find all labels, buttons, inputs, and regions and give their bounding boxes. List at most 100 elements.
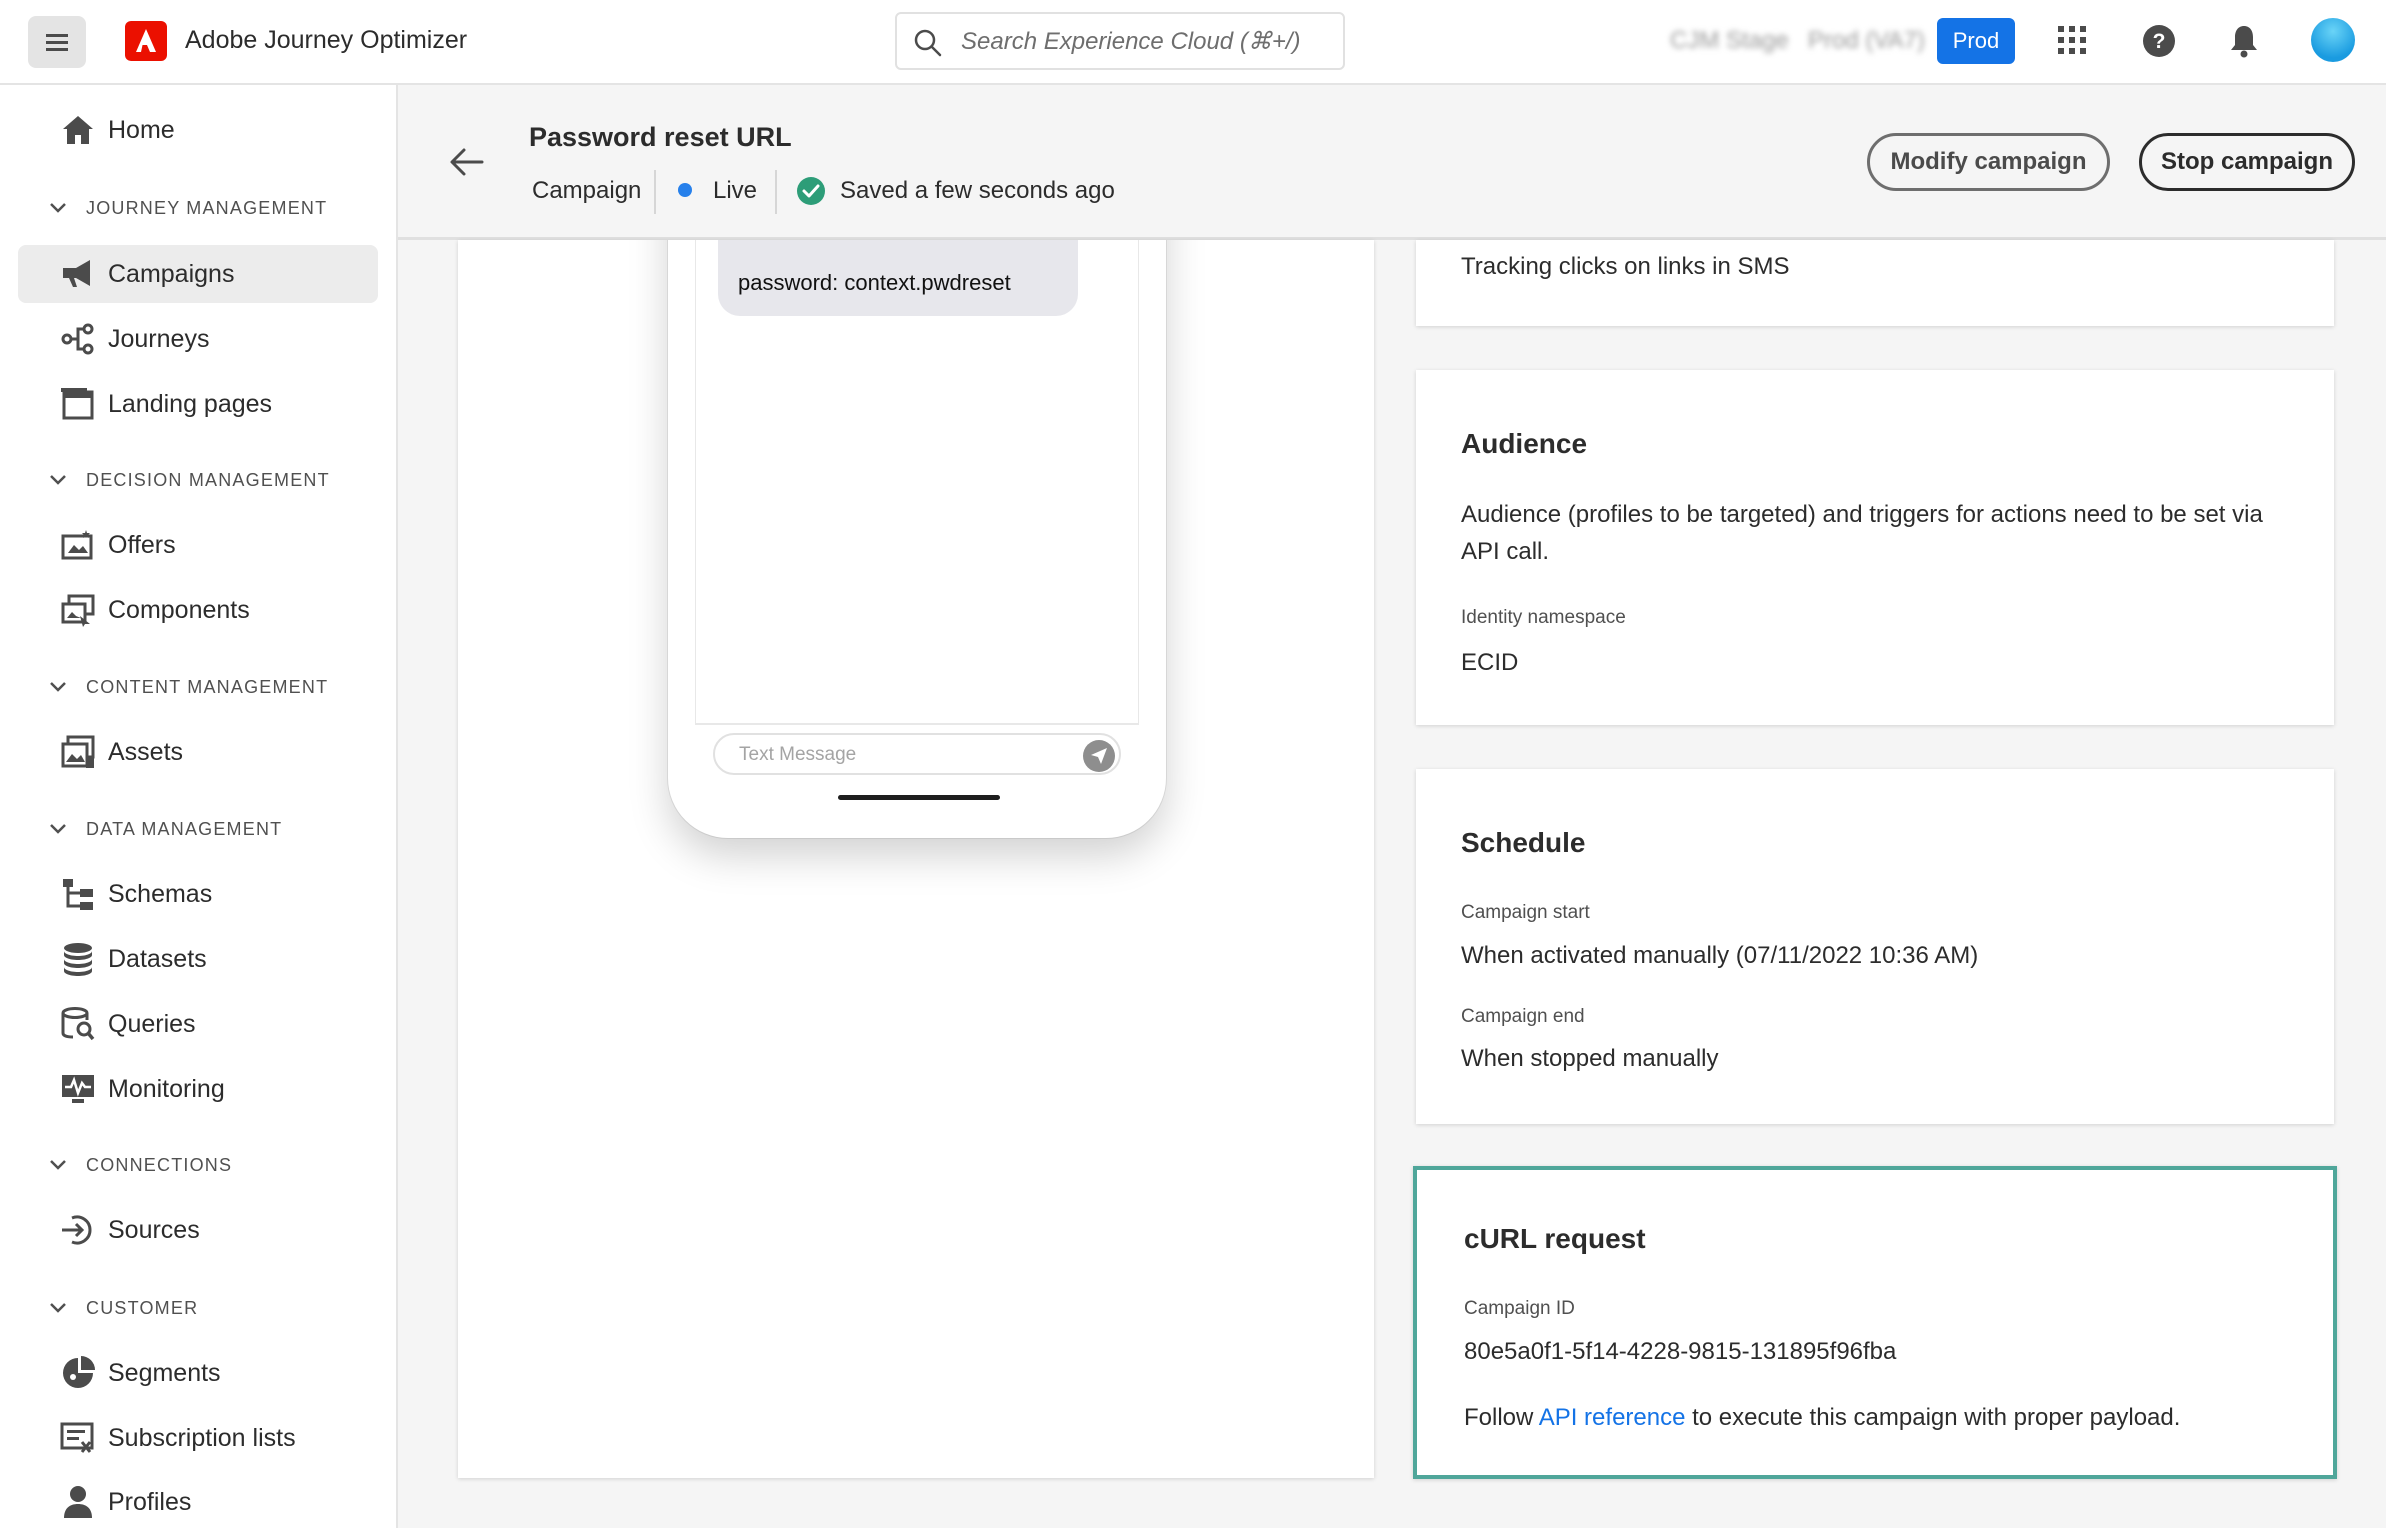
search-box[interactable] bbox=[895, 12, 1345, 70]
sandbox-switcher[interactable]: Prod (VA7) bbox=[1808, 27, 1925, 55]
app-title: Adobe Journey Optimizer bbox=[185, 26, 468, 54]
apps-grid-icon[interactable] bbox=[2057, 25, 2087, 55]
search-input[interactable] bbox=[961, 24, 1331, 60]
curl-request-card: cURL request Campaign ID 80e5a0f1-5f14-4… bbox=[1413, 1166, 2337, 1479]
monitoring-icon bbox=[62, 1075, 94, 1103]
section-customer[interactable]: CUSTOMER bbox=[48, 1293, 198, 1323]
section-data-management[interactable]: DATA MANAGEMENT bbox=[48, 814, 282, 844]
tracking-text: Tracking clicks on links in SMS bbox=[1461, 253, 1790, 280]
menu-toggle-button[interactable] bbox=[28, 16, 86, 68]
campaign-id-value: 80e5a0f1-5f14-4228-9815-131895f96fba bbox=[1464, 1338, 1897, 1365]
sidebar-item-assets[interactable]: Assets bbox=[18, 723, 378, 781]
campaign-end-label: Campaign end bbox=[1461, 1006, 1585, 1027]
notifications-bell-icon[interactable] bbox=[2229, 24, 2259, 58]
sidebar-item-journeys[interactable]: Journeys bbox=[18, 310, 378, 368]
api-reference-link[interactable]: API reference bbox=[1539, 1404, 1686, 1431]
sidebar-item-landing-pages[interactable]: Landing pages bbox=[18, 375, 378, 433]
svg-text:?: ? bbox=[2153, 30, 2166, 53]
tracking-card: Tracking clicks on links in SMS bbox=[1416, 240, 2334, 326]
sidebar-item-components[interactable]: Components bbox=[18, 581, 378, 639]
sidebar-item-monitoring[interactable]: Monitoring bbox=[18, 1060, 378, 1118]
chevron-down-icon bbox=[50, 475, 66, 485]
queries-icon bbox=[61, 1007, 95, 1041]
prod-environment-button[interactable]: Prod bbox=[1937, 18, 2015, 64]
message-preview-panel: password: context.pwdreset Text Message bbox=[458, 240, 1374, 1478]
segments-icon bbox=[63, 1356, 95, 1388]
chevron-down-icon bbox=[50, 824, 66, 834]
sidebar: Home JOURNEY MANAGEMENT Campaigns Journe… bbox=[0, 85, 398, 1528]
status-label: Live bbox=[713, 177, 758, 204]
page-title: Password reset URL bbox=[529, 122, 792, 152]
schedule-title: Schedule bbox=[1461, 827, 1586, 858]
curl-request-title: cURL request bbox=[1464, 1223, 1646, 1254]
chevron-down-icon bbox=[50, 1160, 66, 1170]
stop-campaign-button[interactable]: Stop campaign bbox=[2139, 133, 2355, 191]
phone-home-indicator bbox=[838, 795, 1000, 800]
header-divider bbox=[654, 170, 656, 214]
user-avatar[interactable] bbox=[2311, 18, 2355, 62]
campaign-type-label: Campaign bbox=[532, 177, 642, 204]
sidebar-item-campaigns[interactable]: Campaigns bbox=[18, 245, 378, 303]
org-switcher[interactable]: CJM Stage bbox=[1670, 27, 1789, 55]
campaign-id-label: Campaign ID bbox=[1464, 1298, 1575, 1319]
section-content-management[interactable]: CONTENT MANAGEMENT bbox=[48, 672, 328, 702]
sidebar-item-profiles[interactable]: Profiles bbox=[18, 1473, 378, 1528]
live-status-dot bbox=[678, 183, 692, 197]
sms-message-text: password: context.pwdreset bbox=[738, 270, 1011, 295]
send-button bbox=[1083, 740, 1115, 772]
sidebar-item-sources[interactable]: Sources bbox=[18, 1201, 378, 1259]
sidebar-item-queries[interactable]: Queries bbox=[18, 995, 378, 1053]
text-message-input: Text Message bbox=[713, 733, 1121, 775]
sms-message-bubble: password: context.pwdreset bbox=[718, 240, 1078, 316]
datasets-icon bbox=[64, 943, 92, 976]
audience-title: Audience bbox=[1461, 428, 1588, 459]
section-decision-management[interactable]: DECISION MANAGEMENT bbox=[48, 465, 330, 495]
identity-namespace-value: ECID bbox=[1461, 649, 1519, 676]
phone-screen: password: context.pwdreset bbox=[695, 240, 1139, 725]
follow-suffix-text: to execute this campaign with proper pay… bbox=[1692, 1404, 2181, 1431]
schemas-icon bbox=[63, 879, 93, 910]
checkmark-circle-icon bbox=[797, 177, 825, 205]
header-divider bbox=[775, 170, 777, 214]
profile-icon bbox=[64, 1486, 92, 1518]
sidebar-item-home[interactable]: Home bbox=[18, 101, 378, 159]
assets-icon bbox=[61, 735, 95, 768]
sidebar-item-subscription-lists[interactable]: Subscription lists bbox=[18, 1409, 378, 1467]
search-icon bbox=[914, 29, 942, 57]
modify-campaign-button[interactable]: Modify campaign bbox=[1867, 133, 2110, 191]
landing-pages-icon bbox=[61, 388, 94, 420]
chevron-down-icon bbox=[50, 682, 66, 692]
home-icon bbox=[63, 116, 93, 144]
send-icon bbox=[1091, 748, 1107, 764]
sidebar-item-offers[interactable]: Offers bbox=[18, 516, 378, 574]
adobe-logo[interactable] bbox=[125, 21, 167, 61]
megaphone-icon bbox=[63, 260, 90, 287]
api-reference-sentence: Follow API reference to execute this cam… bbox=[1464, 1399, 2180, 1436]
campaign-end-value: When stopped manually bbox=[1461, 1045, 1719, 1072]
help-icon[interactable]: ? bbox=[2142, 24, 2176, 58]
chevron-down-icon bbox=[50, 1303, 66, 1313]
top-bar: Adobe Journey Optimizer CJM Stage Prod (… bbox=[0, 0, 2386, 85]
identity-namespace-label: Identity namespace bbox=[1461, 607, 1626, 628]
sources-icon bbox=[62, 1215, 92, 1245]
follow-prefix-text: Follow bbox=[1464, 1404, 1534, 1431]
campaign-start-value: When activated manually (07/11/2022 10:3… bbox=[1461, 942, 1979, 969]
sidebar-item-datasets[interactable]: Datasets bbox=[18, 930, 378, 988]
section-connections[interactable]: CONNECTIONS bbox=[48, 1150, 232, 1180]
phone-mockup: password: context.pwdreset Text Message bbox=[668, 240, 1166, 838]
text-message-placeholder: Text Message bbox=[739, 744, 857, 765]
components-icon bbox=[61, 594, 95, 627]
back-arrow-icon[interactable] bbox=[448, 143, 486, 181]
journeys-icon bbox=[61, 323, 94, 355]
audience-description: Audience (profiles to be targeted) and t… bbox=[1461, 501, 2263, 565]
sidebar-item-schemas[interactable]: Schemas bbox=[18, 865, 378, 923]
schedule-card: Schedule Campaign start When activated m… bbox=[1416, 769, 2334, 1124]
sidebar-item-segments[interactable]: Segments bbox=[18, 1344, 378, 1402]
saved-status-text: Saved a few seconds ago bbox=[840, 177, 1115, 204]
section-journey-management[interactable]: JOURNEY MANAGEMENT bbox=[48, 193, 327, 223]
chevron-down-icon bbox=[50, 203, 66, 213]
audience-card: Audience Audience (profiles to be target… bbox=[1416, 370, 2334, 725]
hamburger-icon bbox=[46, 34, 68, 51]
adobe-logo-icon bbox=[136, 29, 156, 52]
subscription-lists-icon bbox=[60, 1422, 94, 1453]
